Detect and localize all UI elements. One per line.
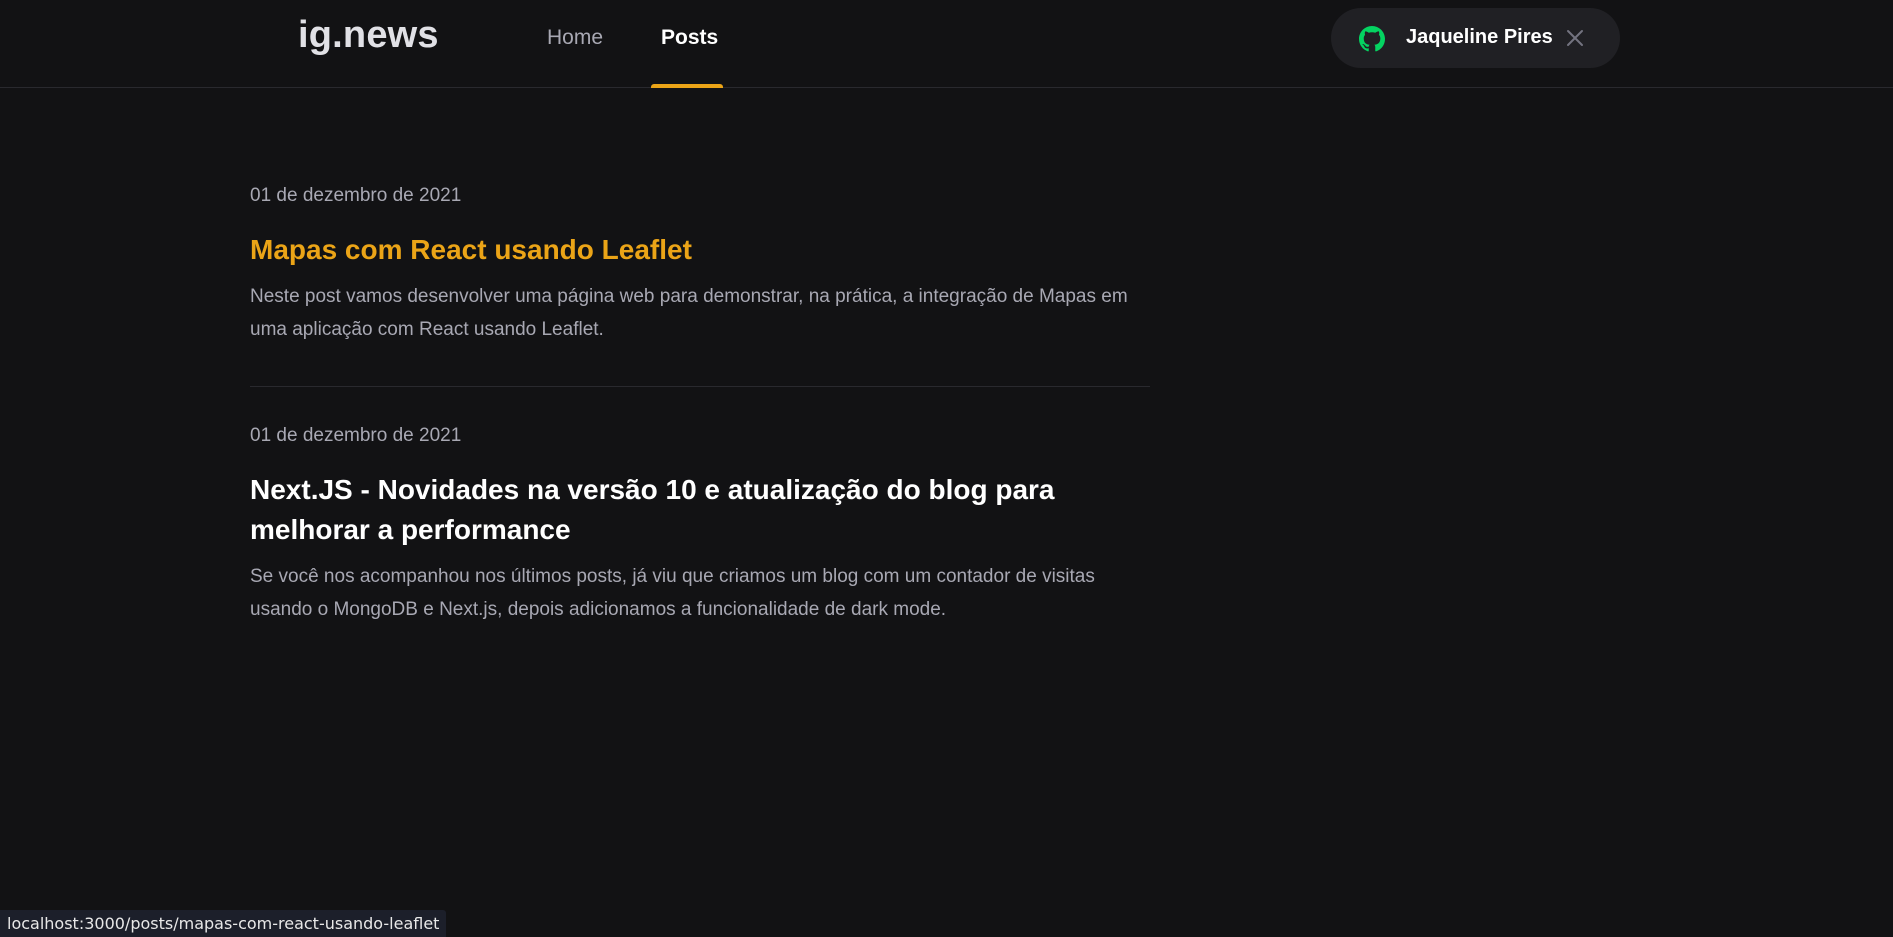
- user-name: Jaqueline Pires: [1406, 26, 1553, 48]
- top-header: ig.news Home Posts Jaqueline Pires: [0, 0, 1893, 88]
- logo[interactable]: ig.news: [298, 14, 439, 57]
- post-excerpt: Se você nos acompanhou nos últimos posts…: [250, 566, 1095, 620]
- github-icon: [1359, 26, 1385, 52]
- sign-in-github-button[interactable]: Jaqueline Pires: [1331, 8, 1620, 68]
- nav-link-posts[interactable]: Posts: [661, 26, 718, 50]
- post-item[interactable]: 01 de dezembro de 2021 Next.JS - Novidad…: [250, 424, 1150, 626]
- post-excerpt: Neste post vamos desenvolver uma página …: [250, 286, 1128, 340]
- active-nav-indicator: [651, 84, 723, 88]
- nav-link-home[interactable]: Home: [547, 26, 603, 50]
- post-date: 01 de dezembro de 2021: [250, 185, 462, 206]
- link-preview-status-bar: localhost:3000/posts/mapas-com-react-usa…: [0, 910, 447, 937]
- close-icon[interactable]: [1565, 28, 1585, 48]
- post-date: 01 de dezembro de 2021: [250, 425, 462, 446]
- post-item[interactable]: 01 de dezembro de 2021 Mapas com React u…: [250, 184, 1150, 346]
- post-divider: [250, 386, 1150, 387]
- post-title[interactable]: Next.JS - Novidades na versão 10 e atual…: [250, 470, 1150, 550]
- post-title[interactable]: Mapas com React usando Leaflet: [250, 230, 1150, 270]
